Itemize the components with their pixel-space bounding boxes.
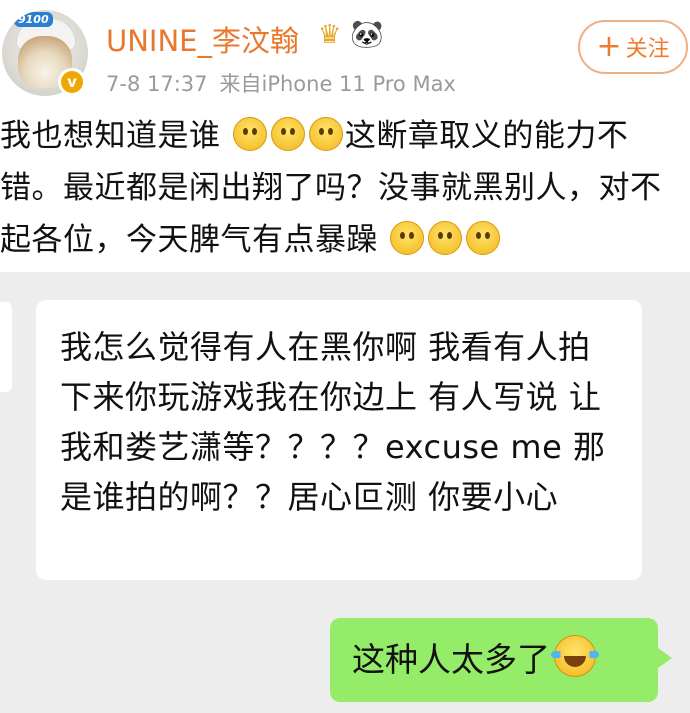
post-meta: 7-8 17:37 来自iPhone 11 Pro Max xyxy=(106,68,456,98)
partial-bubble xyxy=(0,302,12,392)
incoming-message-bubble: 我怎么觉得有人在黑你啊 我看有人拍下来你玩游戏我在你边上 有人写说 让我和娄艺潇… xyxy=(36,300,642,580)
verified-badge-icon: v xyxy=(58,68,86,96)
smile-emoji-icon xyxy=(308,117,343,151)
panda-icon: 🐼 xyxy=(350,19,384,50)
username[interactable]: UNINE_李汶翰 xyxy=(106,18,299,60)
post-text: 我也想知道是谁 这断章取义的能力不错。最近都是闲出翔了吗？没事就黑别人，对不起各… xyxy=(0,110,690,266)
avatar-tag: 9100 xyxy=(14,12,53,27)
outgoing-message-bubble: 这种人太多了 xyxy=(330,618,672,702)
crown-icon: ♛ xyxy=(318,20,342,50)
tears-of-joy-emoji-icon xyxy=(551,635,599,677)
smile-emoji-icon xyxy=(390,221,425,255)
post-text-part-1: 我也想知道是谁 xyxy=(0,118,221,154)
post-time: 7-8 17:37 xyxy=(106,72,208,96)
smile-emoji-icon xyxy=(232,117,267,151)
follow-button[interactable]: + 关注 xyxy=(578,20,688,74)
smile-emoji-icon xyxy=(428,221,463,255)
weibo-post: 9100 v UNINE_李汶翰 ♛ 🐼 7-8 17:37 来自iPhone 1… xyxy=(0,0,690,272)
outgoing-message-text: 这种人太多了 xyxy=(352,640,550,679)
follow-label: 关注 xyxy=(625,37,670,62)
smile-emoji-icon xyxy=(270,117,305,151)
chat-screenshot: 我怎么觉得有人在黑你啊 我看有人拍下来你玩游戏我在你边上 有人写说 让我和娄艺潇… xyxy=(0,272,690,713)
plus-icon: + xyxy=(596,29,622,64)
post-source: 来自iPhone 11 Pro Max xyxy=(219,72,456,96)
smile-emoji-icon xyxy=(466,221,501,255)
